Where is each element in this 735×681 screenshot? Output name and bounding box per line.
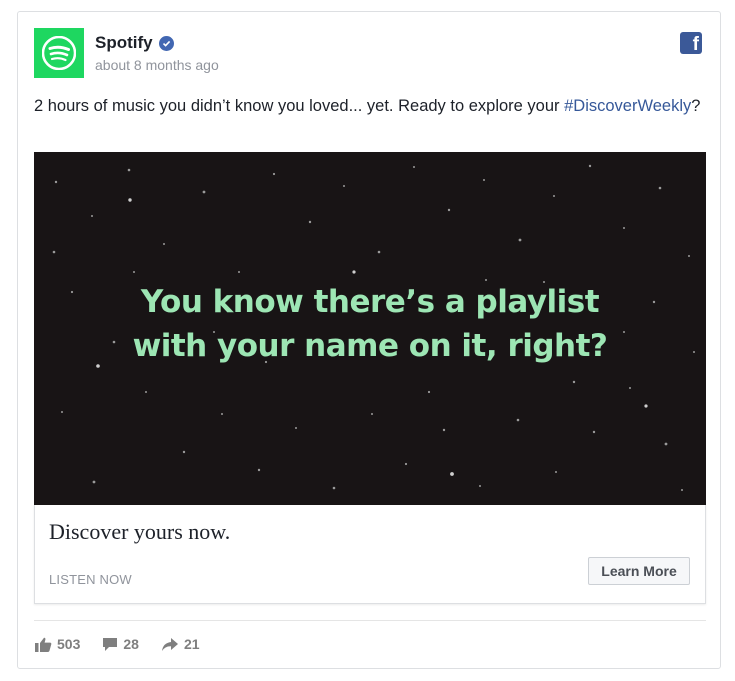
comment-action[interactable]: 28: [102, 636, 139, 652]
verified-badge-icon: [158, 35, 174, 51]
page-name[interactable]: Spotify: [95, 33, 153, 53]
media-headline: You know there’s a playlist with your na…: [34, 280, 706, 368]
link-source: LISTEN NOW: [49, 572, 132, 587]
divider: [34, 620, 706, 621]
engagement-bar: 503 28 21: [35, 636, 200, 652]
comment-count: 28: [123, 636, 139, 652]
link-preview[interactable]: Discover yours now. LISTEN NOW Learn Mor…: [34, 505, 706, 604]
facebook-logo-icon: f: [680, 32, 702, 54]
share-icon: [161, 637, 178, 651]
share-action[interactable]: 21: [161, 636, 200, 652]
post-timestamp[interactable]: about 8 months ago: [95, 57, 219, 73]
comment-icon: [103, 637, 118, 651]
link-title[interactable]: Discover yours now.: [49, 519, 230, 545]
like-count: 503: [57, 636, 81, 652]
spotify-logo-icon[interactable]: [34, 28, 84, 78]
learn-more-button[interactable]: Learn More: [588, 557, 690, 585]
share-count: 21: [183, 636, 200, 652]
headline-line-1: You know there’s a playlist: [140, 284, 600, 320]
caption-text: 2 hours of music you didn’t know you lov…: [34, 97, 565, 115]
headline-line-2: with your name on it, right?: [132, 328, 608, 364]
like-icon: [35, 637, 52, 652]
hashtag-link[interactable]: #DiscoverWeekly: [564, 97, 691, 115]
like-action[interactable]: 503: [35, 636, 80, 652]
post-caption: 2 hours of music you didn’t know you lov…: [34, 94, 704, 118]
ad-post-card: Spotify about 8 months ago f 2 hours of …: [17, 11, 721, 669]
page-name-link[interactable]: Spotify: [95, 33, 174, 53]
caption-end: ?: [691, 97, 701, 115]
ad-media-image[interactable]: You know there’s a playlist with your na…: [34, 152, 706, 505]
